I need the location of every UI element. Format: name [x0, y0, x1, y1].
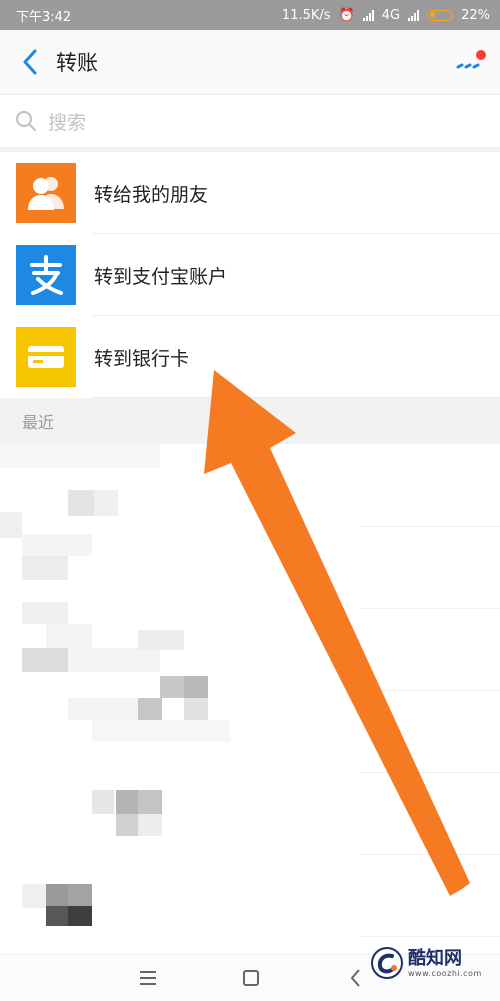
watermark-site: www.coozhi.com: [408, 968, 482, 978]
option-label: 转到支付宝账户: [94, 265, 228, 288]
divider: [360, 526, 500, 527]
blurred-content: [68, 490, 94, 516]
blurred-content: [22, 884, 46, 908]
blurred-content: [138, 814, 162, 836]
status-network: 4G: [381, 7, 401, 23]
status-bar: 下午3:42 11.5K/s ⏰ 4G 22%: [0, 0, 500, 30]
alipay-icon: [16, 245, 76, 305]
divider: [360, 936, 500, 937]
option-transfer-alipay[interactable]: 转到支付宝账户: [0, 234, 500, 316]
blurred-content: [184, 676, 208, 698]
transfer-options: 转给我的朋友 转到支付宝账户 转到银行卡: [0, 152, 500, 398]
friends-icon: [16, 163, 76, 223]
blurred-content: [138, 698, 162, 720]
blurred-content: [184, 698, 208, 720]
notification-dot: [476, 50, 486, 60]
blurred-content: [116, 814, 138, 836]
blurred-content: [68, 906, 92, 926]
search-icon: [15, 110, 37, 132]
option-transfer-friend[interactable]: 转给我的朋友: [0, 152, 500, 234]
page-title: 转账: [56, 51, 98, 75]
divider: [360, 854, 500, 855]
more-button[interactable]: [456, 50, 486, 74]
blurred-content: [138, 630, 184, 650]
blurred-content: [46, 906, 68, 926]
chevron-left-icon: [23, 49, 37, 75]
option-transfer-bank-card[interactable]: 转到银行卡: [0, 316, 500, 398]
option-label: 转到银行卡: [94, 347, 190, 370]
status-speed: 11.5K/s: [281, 7, 331, 23]
search-section: 搜索: [0, 95, 500, 152]
option-label: 转给我的朋友: [94, 183, 209, 206]
blurred-content: [22, 648, 68, 672]
signal-icon: [362, 9, 374, 21]
status-battery: 22%: [461, 7, 490, 23]
blurred-content: [138, 790, 162, 814]
divider: [360, 608, 500, 609]
recent-section-header: 最近: [0, 398, 500, 444]
blurred-content: [160, 676, 184, 698]
blurred-content: [116, 790, 138, 814]
blurred-content: [22, 556, 68, 580]
search-placeholder: 搜索: [48, 111, 87, 134]
battery-icon: [427, 9, 454, 21]
blurred-content: [68, 648, 160, 672]
search-input[interactable]: 搜索: [0, 95, 500, 147]
status-indicators: 11.5K/s ⏰ 4G 22%: [282, 8, 490, 23]
coozhi-logo-icon: [371, 947, 403, 979]
watermark: 酷知网 www.coozhi.com: [370, 938, 500, 988]
recent-contacts-list: [0, 444, 500, 954]
recent-label: 最近: [22, 413, 55, 432]
back-triangle-icon[interactable]: [345, 967, 367, 989]
blurred-content: [94, 490, 118, 516]
blurred-content: [0, 512, 22, 538]
home-square-icon[interactable]: [240, 967, 262, 989]
blurred-content: [46, 884, 68, 906]
menu-icon[interactable]: [137, 967, 159, 989]
blurred-content: [22, 602, 68, 624]
alarm-icon: ⏰: [338, 7, 355, 23]
blurred-content: [92, 790, 114, 814]
blurred-content: [68, 884, 92, 906]
watermark-name: 酷知网: [408, 947, 462, 969]
blurred-content: [0, 444, 160, 468]
blurred-content: [22, 534, 92, 556]
back-button[interactable]: [8, 40, 52, 84]
blurred-content: [92, 720, 230, 742]
divider: [360, 772, 500, 773]
status-time: 下午3:42: [16, 9, 72, 25]
blurred-content: [46, 624, 92, 648]
app-header: 转账: [0, 30, 500, 95]
divider: [360, 690, 500, 691]
bank-card-icon: [16, 327, 76, 387]
wifi-signal-icon: [408, 9, 420, 21]
blurred-content: [68, 698, 138, 720]
